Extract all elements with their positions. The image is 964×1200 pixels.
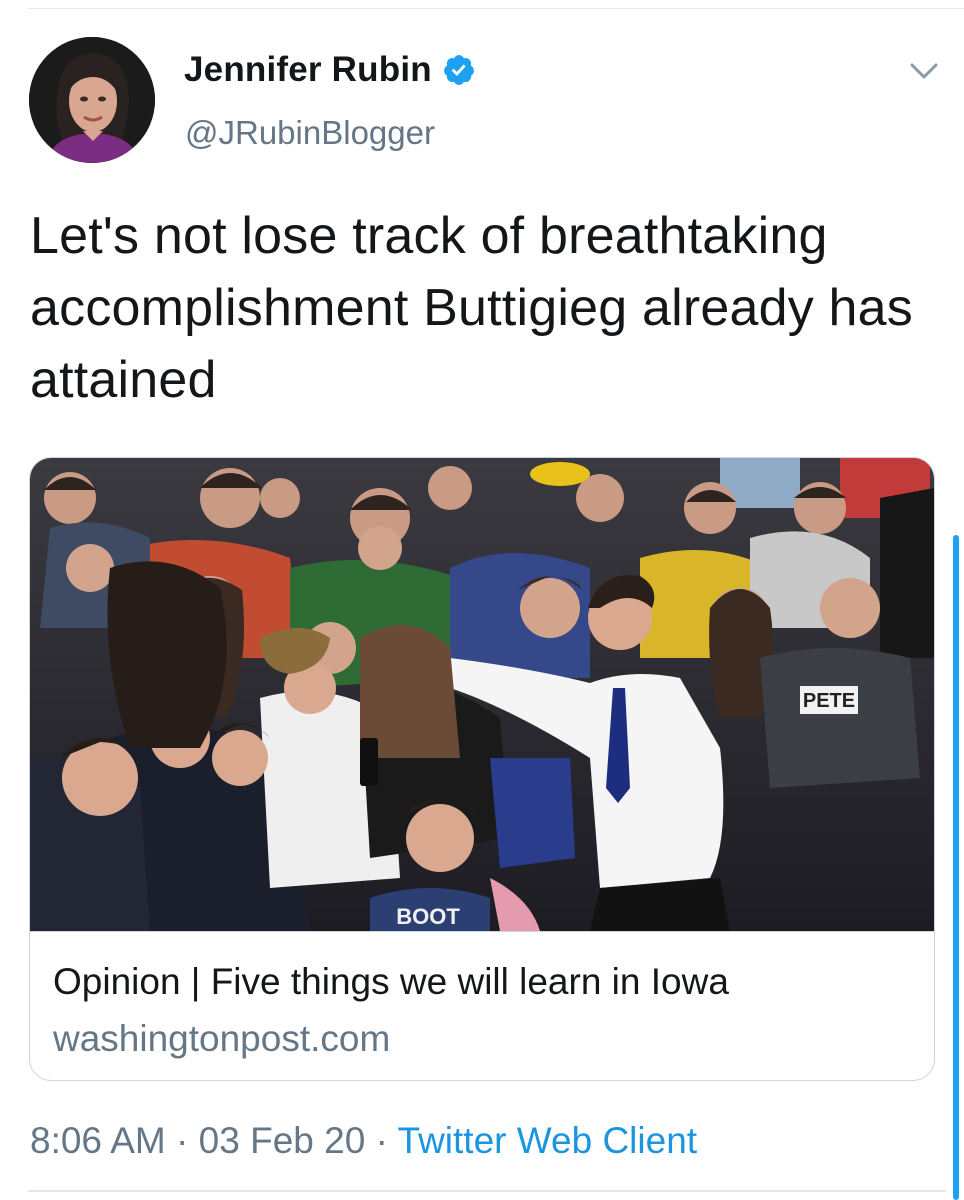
bottom-divider — [28, 1190, 946, 1192]
card-title[interactable]: Opinion | Five things we will learn in I… — [53, 961, 729, 1003]
author-avatar[interactable] — [29, 37, 155, 163]
tweet-source-link[interactable]: Twitter Web Client — [398, 1120, 698, 1161]
tweet-time: 8:06 AM — [30, 1120, 166, 1161]
scrollbar[interactable] — [953, 535, 959, 1200]
card-image: PETE BOOT — [30, 458, 934, 931]
card-image-sign-pete: PETE — [803, 690, 855, 712]
author-display-name[interactable]: Jennifer Rubin — [184, 50, 432, 90]
author-name-row[interactable]: Jennifer Rubin — [184, 50, 476, 90]
card-domain: washingtonpost.com — [53, 1018, 391, 1059]
top-divider — [28, 8, 964, 9]
card-divider — [30, 931, 934, 932]
link-preview-card[interactable]: PETE BOOT Opinion | Five things we will … — [29, 457, 935, 1081]
meta-separator: · — [375, 1120, 388, 1161]
meta-separator: · — [176, 1120, 189, 1161]
tweet-meta: 8:06 AM · 03 Feb 20 · Twitter Web Client — [30, 1120, 697, 1162]
author-handle[interactable]: @JRubinBlogger — [185, 114, 435, 152]
card-image-sign-boot: BOOT — [396, 904, 460, 929]
verified-badge-icon — [442, 53, 476, 87]
avatar-photo — [29, 37, 155, 163]
tweet-date: 03 Feb 20 — [198, 1120, 366, 1161]
tweet-text: Let's not lose track of breathtaking acc… — [30, 207, 913, 409]
chevron-down-icon[interactable] — [907, 60, 941, 84]
